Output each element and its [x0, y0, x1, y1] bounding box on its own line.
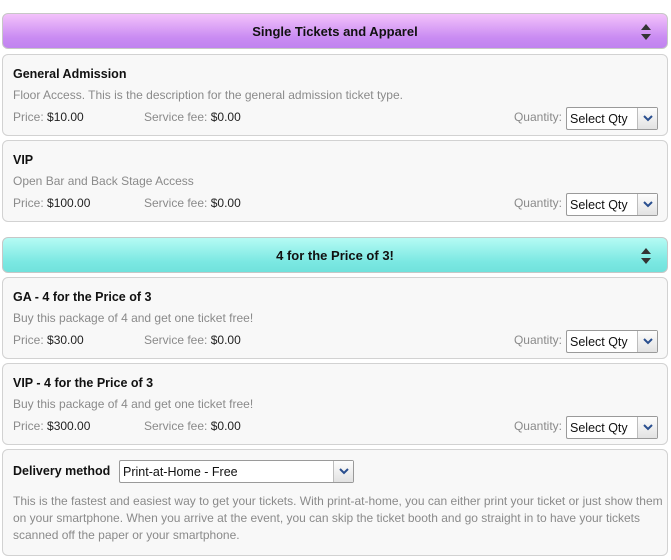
ticket-description: Buy this package of 4 and get one ticket…: [13, 397, 254, 411]
ticket-selection-page: Single Tickets and Apparel General Admis…: [0, 0, 671, 560]
delivery-method-label: Delivery method: [13, 464, 111, 478]
ticket-description: Buy this package of 4 and get one ticket…: [13, 311, 254, 325]
quantity-select[interactable]: Select Qty: [566, 193, 658, 216]
ticket-service-fee: Service fee: $0.00: [144, 419, 241, 433]
quantity-select[interactable]: Select Qty: [566, 416, 658, 439]
quantity-select-value: Select Qty: [570, 420, 628, 435]
ticket-price: Price: $10.00: [13, 110, 84, 124]
sort-arrows-icon[interactable]: [640, 23, 652, 41]
section-header-single-tickets[interactable]: Single Tickets and Apparel: [2, 13, 668, 49]
chevron-down-icon: [637, 194, 657, 215]
price-label: Price:: [13, 196, 44, 210]
ticket-card-vip-4-for-3: VIP - 4 for the Price of 3 Buy this pack…: [2, 363, 668, 445]
quantity-label: Quantity:: [513, 196, 562, 210]
ticket-card-ga-4-for-3: GA - 4 for the Price of 3 Buy this packa…: [2, 277, 668, 359]
price-value: $100.00: [47, 196, 91, 210]
ticket-service-fee: Service fee: $0.00: [144, 110, 241, 124]
price-label: Price:: [13, 333, 44, 347]
quantity-select-value: Select Qty: [570, 334, 628, 349]
service-fee-label: Service fee:: [144, 419, 208, 433]
service-fee-label: Service fee:: [144, 110, 208, 124]
ticket-card-general-admission: General Admission Floor Access. This is …: [2, 54, 668, 136]
ticket-card-vip: VIP Open Bar and Back Stage Access Price…: [2, 140, 668, 222]
price-label: Price:: [13, 419, 44, 433]
ticket-price: Price: $300.00: [13, 419, 90, 433]
price-value: $30.00: [47, 333, 84, 347]
ticket-name: General Admission: [13, 67, 127, 81]
price-label: Price:: [13, 110, 44, 124]
service-fee-value: $0.00: [210, 196, 241, 210]
ticket-service-fee: Service fee: $0.00: [144, 196, 241, 210]
service-fee-value: $0.00: [210, 333, 241, 347]
delivery-description: This is the fastest and easiest way to g…: [13, 494, 663, 542]
service-fee-value: $0.00: [210, 110, 241, 124]
ticket-name: VIP: [13, 153, 34, 167]
price-value: $300.00: [47, 419, 91, 433]
service-fee-label: Service fee:: [144, 196, 208, 210]
quantity-label: Quantity:: [513, 419, 562, 433]
ticket-name: GA - 4 for the Price of 3: [13, 290, 152, 304]
ticket-description: Floor Access. This is the description fo…: [13, 88, 403, 102]
ticket-name: VIP - 4 for the Price of 3: [13, 376, 154, 390]
ticket-service-fee: Service fee: $0.00: [144, 333, 241, 347]
quantity-label: Quantity:: [513, 333, 562, 347]
chevron-down-icon: [637, 108, 657, 129]
ticket-price: Price: $100.00: [13, 196, 90, 210]
quantity-select-value: Select Qty: [570, 197, 628, 212]
sort-arrows-icon[interactable]: [640, 247, 652, 265]
chevron-down-icon: [637, 417, 657, 438]
section-title: 4 for the Price of 3!: [276, 247, 394, 263]
quantity-select-value: Select Qty: [570, 111, 628, 126]
delivery-method-select[interactable]: Print-at-Home - Free: [119, 460, 354, 483]
chevron-down-icon: [637, 331, 657, 352]
service-fee-value: $0.00: [210, 419, 241, 433]
delivery-select-value: Print-at-Home - Free: [123, 464, 238, 479]
price-value: $10.00: [47, 110, 84, 124]
section-header-4-for-3[interactable]: 4 for the Price of 3!: [2, 237, 668, 273]
service-fee-label: Service fee:: [144, 333, 208, 347]
section-title: Single Tickets and Apparel: [252, 23, 418, 39]
chevron-down-icon: [333, 461, 353, 482]
quantity-label: Quantity:: [513, 110, 562, 124]
quantity-select[interactable]: Select Qty: [566, 107, 658, 130]
ticket-description: Open Bar and Back Stage Access: [13, 174, 194, 188]
delivery-method-panel: Delivery method Print-at-Home - Free Thi…: [2, 449, 668, 556]
quantity-select[interactable]: Select Qty: [566, 330, 658, 353]
ticket-price: Price: $30.00: [13, 333, 84, 347]
